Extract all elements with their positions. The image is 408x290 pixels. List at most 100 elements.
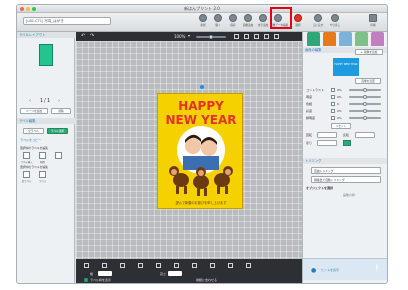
all-labels-button[interactable]: 全ラベル [23, 128, 44, 134]
toolbar: [LB1-CT1] 写真_はがき 新規 開く 保存 画像追加 文字追加 画像デー… [17, 13, 387, 32]
add-text-button[interactable]: 文字追加 [255, 14, 271, 31]
rotate-field[interactable] [317, 132, 337, 138]
label-icon[interactable] [39, 171, 46, 178]
brightness-label: 明度 [306, 95, 313, 99]
next-page-button[interactable]: › [58, 98, 60, 104]
hue-value: 0 [337, 102, 339, 106]
tab-draw[interactable] [371, 32, 384, 46]
hue-checkbox[interactable] [331, 102, 335, 106]
tab-image[interactable] [323, 32, 336, 46]
label-frame-text: ラベル枠を表示 [90, 278, 112, 282]
bring-forward-icon[interactable] [138, 263, 143, 268]
tab-layout[interactable] [307, 32, 320, 46]
current-page: 1 [40, 98, 44, 104]
redo-icon [331, 14, 339, 22]
rotate-handle[interactable] [200, 85, 204, 89]
undo-arrow-icon[interactable]: ↶ [81, 33, 85, 39]
sharpness-checkbox[interactable] [331, 116, 335, 120]
canvas-bottom-bar: 幅 高さ ラベル枠を表示 用紙に合わせる [76, 259, 302, 283]
group-icon[interactable] [192, 263, 197, 268]
saturation-value: 0% [337, 109, 342, 113]
saturation-checkbox[interactable] [331, 109, 335, 113]
postcard-preview[interactable]: HAPPY NEW YEAR 謹んで新春のお慶びを申し上げます [157, 93, 243, 209]
change-image-button[interactable]: 画像を変更 [355, 78, 381, 84]
document-name-field: [LB1-CT1] 写真_はがき [23, 17, 111, 25]
fill-field[interactable] [317, 140, 337, 146]
image-thumbnail[interactable]: HAPPY NEW YEAR [333, 58, 359, 76]
select-button[interactable]: 選択 [290, 14, 306, 31]
redo-arrow-icon[interactable]: ↷ [90, 33, 94, 39]
printer-icon [369, 14, 377, 22]
reset-button[interactable]: リセット [331, 123, 351, 129]
copy-icon[interactable] [102, 263, 107, 268]
label-tool-icon[interactable] [55, 152, 62, 159]
contrast-knob[interactable] [363, 88, 367, 92]
lock-icon[interactable] [210, 263, 215, 268]
open-icon [214, 14, 222, 22]
add-image-panel-button[interactable]: + 画像を追加 [355, 49, 383, 55]
delete-page-button[interactable]: 削除 [51, 108, 71, 114]
zoom-dropdown-icon[interactable]: ▾ [188, 33, 190, 38]
print-button[interactable]: 印刷 [365, 14, 381, 31]
insert-label-icon[interactable] [23, 152, 30, 159]
brightness-knob[interactable] [363, 95, 367, 99]
free-trimming-button[interactable]: 自由トリミング [311, 167, 381, 174]
redo-button[interactable]: やり直し [327, 14, 343, 31]
add-page-button[interactable]: ページを追加 [20, 108, 48, 114]
layout-thumbnail[interactable] [39, 44, 53, 66]
window-title: 新はんプリント 2.0 [184, 6, 220, 11]
save-button[interactable]: 保存 [225, 14, 241, 31]
grid-icon[interactable] [254, 34, 259, 39]
delete-icon[interactable] [84, 263, 89, 268]
lightbulb-icon: ● [311, 267, 317, 274]
actual-size-icon[interactable] [244, 34, 249, 39]
label-frame-checkbox[interactable] [84, 278, 88, 282]
object-header: オブジェクトを選択 [306, 186, 334, 190]
contrast-checkbox[interactable] [331, 88, 335, 92]
delete-label-caption: 削除 [40, 161, 45, 164]
paste-icon[interactable] [120, 263, 125, 268]
all-labels-caption: 全ラベル [21, 180, 32, 183]
highlight-box [270, 7, 292, 29]
add-image-button[interactable]: 画像追加 [240, 14, 256, 31]
saturation-knob[interactable] [363, 109, 367, 113]
delete-label-icon[interactable] [39, 152, 46, 159]
hint-text: ヒントを表示 [321, 268, 340, 272]
guide-icon[interactable] [264, 34, 269, 39]
card-line-1: HAPPY [178, 99, 224, 113]
hue-knob[interactable] [363, 102, 367, 106]
tab-arrange[interactable] [355, 32, 368, 46]
hint-area[interactable]: ● ヒントを表示 ! [303, 258, 387, 280]
fill-color-swatch[interactable] [343, 140, 351, 146]
tab-text[interactable] [339, 32, 352, 46]
brightness-checkbox[interactable] [331, 95, 335, 99]
flip-icon[interactable] [228, 263, 233, 268]
send-backward-icon[interactable] [156, 263, 161, 268]
prev-page-button[interactable]: ‹ [29, 98, 31, 104]
width-field[interactable] [98, 271, 112, 276]
info-icon: ! [375, 264, 379, 274]
monkey-mid-body [193, 175, 209, 189]
label-select-button[interactable]: ラベル選択 [47, 128, 68, 134]
ruler-icon[interactable] [274, 34, 279, 39]
open-button[interactable]: 開く [210, 14, 226, 31]
layout-header: ラベルレイアウト [17, 32, 75, 38]
saturation-label: 彩度 [306, 109, 313, 113]
fit-icon[interactable] [234, 34, 239, 39]
label-copy-link[interactable]: ラベルをコピー [20, 138, 41, 142]
align-icon[interactable] [174, 263, 179, 268]
undo-button[interactable]: 元に戻す [310, 14, 326, 31]
height-field[interactable] [168, 271, 182, 276]
new-button[interactable]: 新規 [195, 14, 211, 31]
rotate-icon[interactable] [246, 263, 251, 268]
card-greeting: 謹んで新春のお慶びを申し上げます [176, 200, 227, 205]
select-icon [294, 14, 302, 22]
sharpness-value: 0% [337, 116, 342, 120]
zoom-slider-knob[interactable] [209, 35, 213, 39]
face-trimming-button[interactable]: 顔検出で自動トリミング [311, 176, 381, 183]
canvas-toolbar: ↶ ↷ 100% ▾ [76, 32, 302, 41]
sharpness-knob[interactable] [363, 116, 367, 120]
flip-field[interactable] [355, 132, 375, 138]
all-labels-icon[interactable] [23, 171, 30, 178]
frame-label: 画像の枠 [343, 193, 356, 197]
